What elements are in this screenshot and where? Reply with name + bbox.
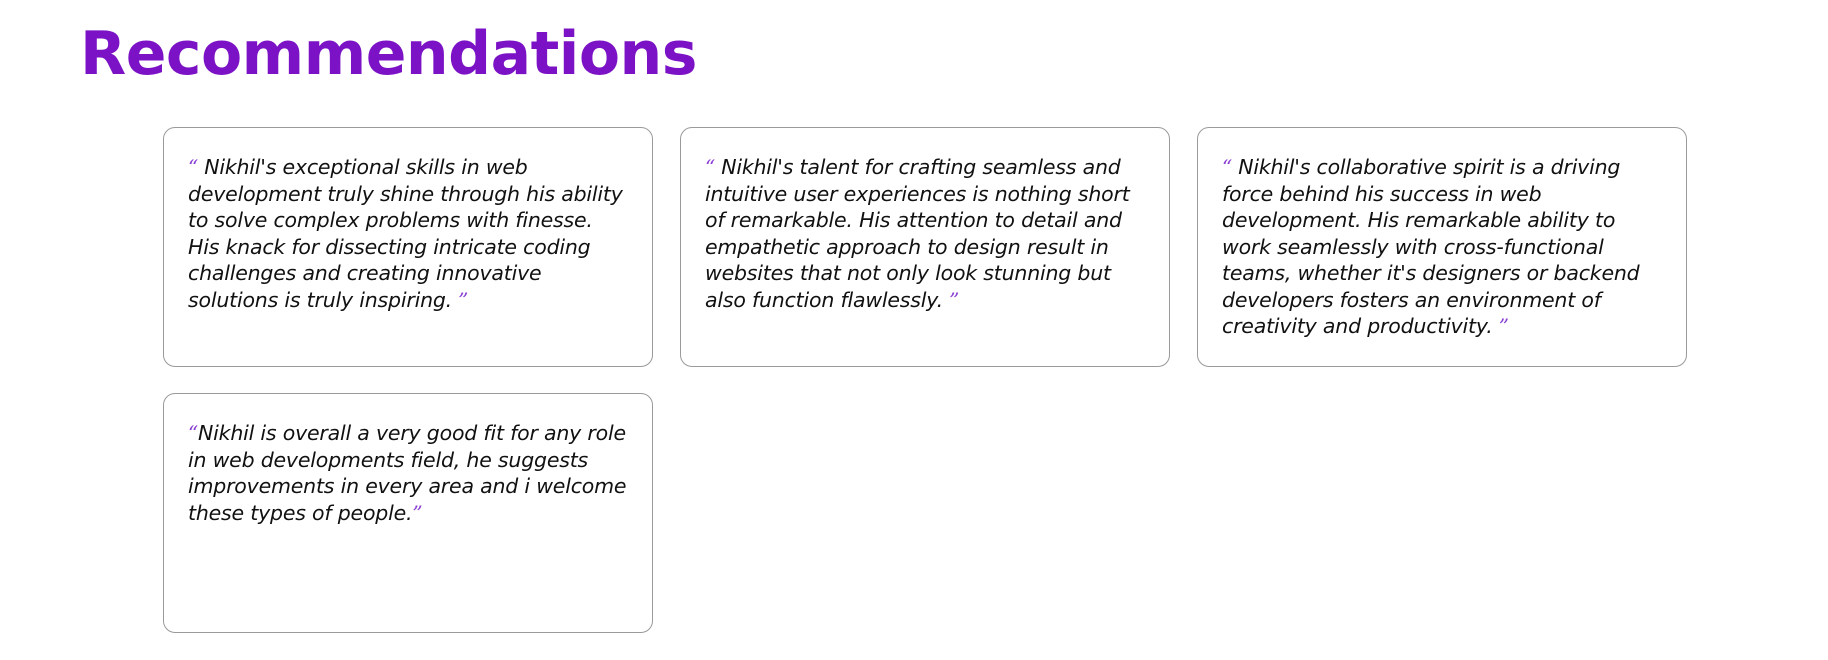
recommendation-quote: “Nikhil is overall a very good fit for a… <box>188 420 628 526</box>
recommendation-card: “ Nikhil's collaborative spirit is a dri… <box>1197 127 1687 367</box>
open-quote-icon: “ <box>705 155 722 179</box>
open-quote-icon: “ <box>188 421 199 445</box>
open-quote-icon: “ <box>188 155 205 179</box>
close-quote-icon: ” <box>412 500 423 525</box>
recommendation-text: Nikhil's exceptional skills in web devel… <box>188 155 623 312</box>
page-title: Recommendations <box>80 19 697 89</box>
recommendation-card: “Nikhil is overall a very good fit for a… <box>163 393 653 633</box>
recommendation-quote: “ Nikhil's talent for crafting seamless … <box>705 154 1145 313</box>
open-quote-icon: “ <box>1222 155 1239 179</box>
close-quote-icon: ” <box>1492 314 1509 338</box>
recommendation-text: Nikhil is overall a very good fit for an… <box>188 421 627 525</box>
recommendation-text: Nikhil's talent for crafting seamless an… <box>705 155 1130 312</box>
recommendation-text: Nikhil's collaborative spirit is a drivi… <box>1222 155 1640 338</box>
recommendation-quote: “ Nikhil's exceptional skills in web dev… <box>188 154 628 313</box>
recommendation-card: “ Nikhil's talent for crafting seamless … <box>680 127 1170 367</box>
recommendation-card: “ Nikhil's exceptional skills in web dev… <box>163 127 653 367</box>
recommendation-quote: “ Nikhil's collaborative spirit is a dri… <box>1222 154 1662 340</box>
close-quote-icon: ” <box>942 287 960 312</box>
close-quote-icon: ” <box>452 287 469 312</box>
